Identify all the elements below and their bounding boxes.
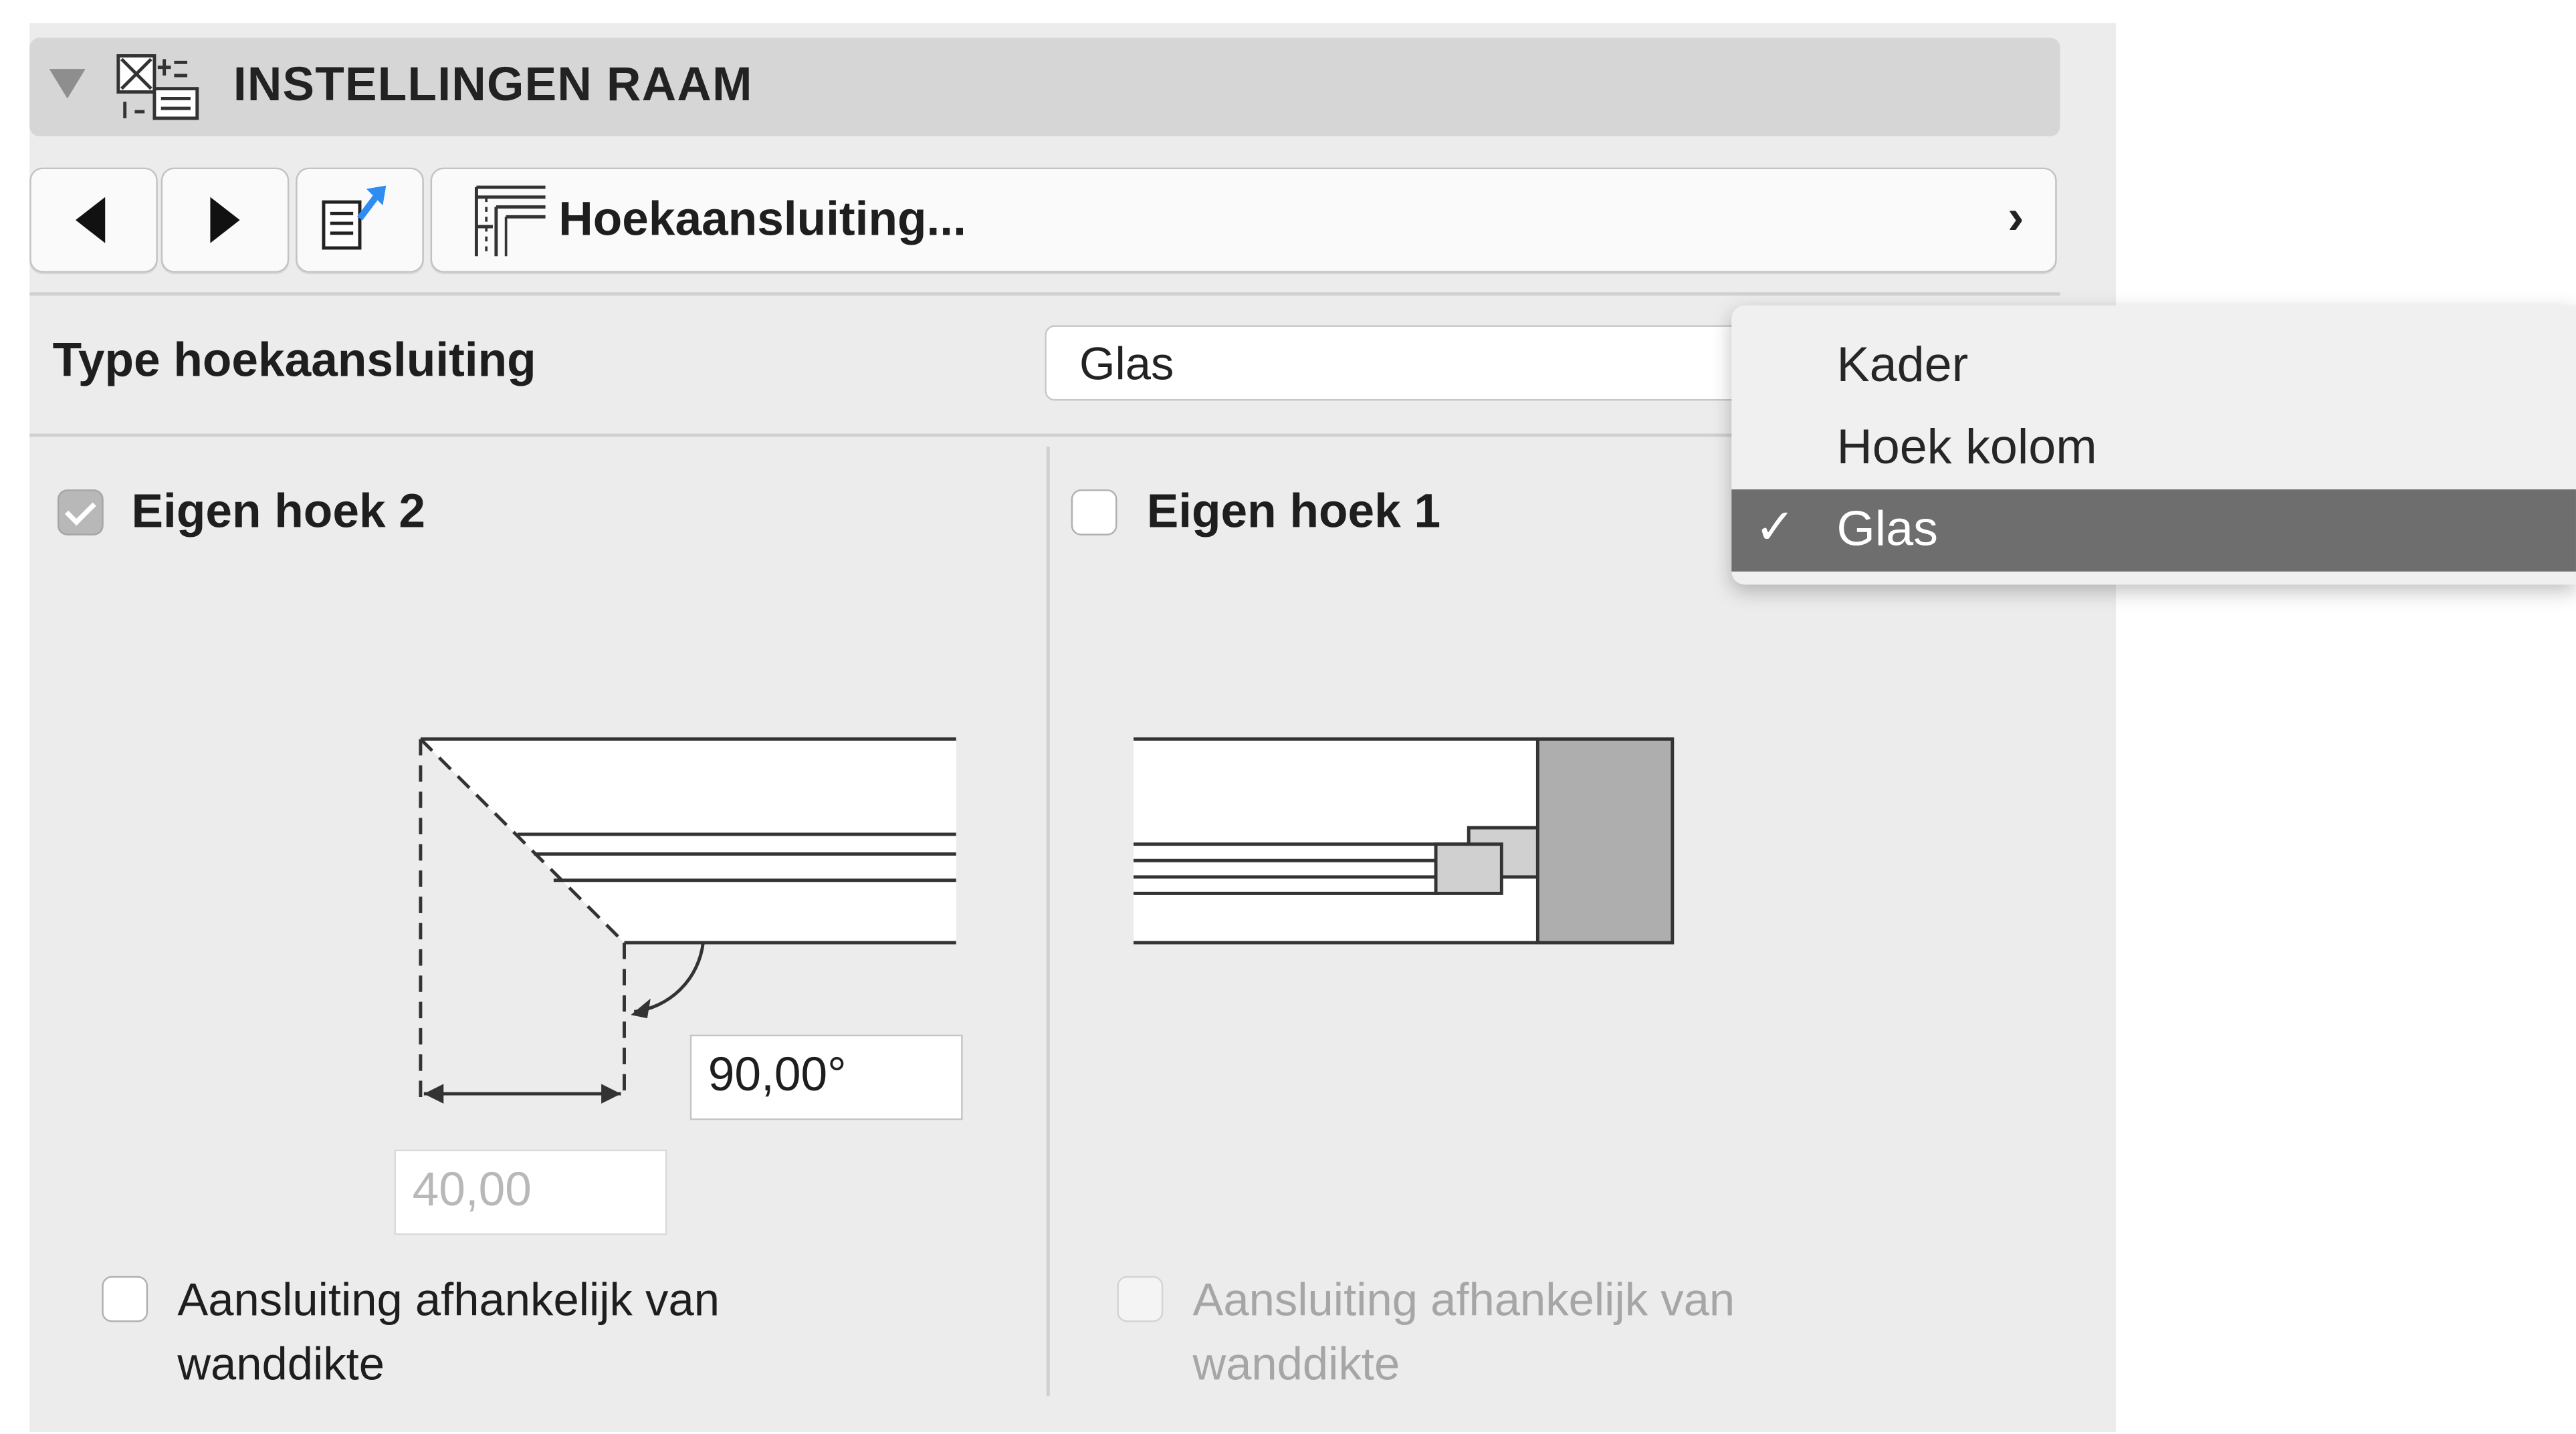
section-title: INSTELLINGEN RAAM [233,59,753,112]
window-settings-icon [116,54,199,120]
dropdown-option-label: Glas [1836,502,1939,557]
checkmark-icon: ✓ [1754,501,1796,556]
divider [29,292,2060,296]
wall-thickness-label-line1: Aansluiting afhankelijk van [177,1274,720,1326]
eigen-hoek-2-label: Eigen hoek 2 [131,486,425,539]
wall-thickness-checkbox-left[interactable] [102,1276,148,1322]
glass-corner-diagram [1134,737,1675,945]
column-divider [1046,447,1050,1397]
app-window: INSTELLINGEN RAAM Hoekaansluiting... › T… [0,0,2576,1433]
dropdown-option-label: Kader [1836,338,1969,393]
wall-thickness-label-line1: Aansluiting afhankelijk van [1192,1274,1735,1326]
collapse-triangle-icon[interactable] [49,69,86,99]
prev-button[interactable] [29,167,158,273]
type-dropdown-menu: Kader Hoek kolom ✓ Glas [1731,305,2576,585]
wall-thickness-label-left: Aansluiting afhankelijk van wanddikte [177,1268,720,1396]
next-button[interactable] [160,167,290,273]
prev-arrow-icon [76,197,106,243]
type-label: Type hoekaansluiting [52,335,536,388]
chevron-right-icon: › [2007,190,2024,245]
width-input[interactable]: 40,00 [394,1149,667,1235]
angle-input[interactable]: 90,00° [689,1034,963,1120]
dropdown-option-hoek-kolom[interactable]: Hoek kolom [1731,407,2576,489]
favorites-button[interactable] [296,167,424,273]
dropdown-option-kader[interactable]: Kader [1731,325,2576,407]
eigen-hoek-1-label: Eigen hoek 1 [1146,486,1441,539]
type-select-value: Glas [1079,338,1174,390]
eigen-hoek-1-checkbox[interactable] [1071,489,1117,535]
page-label: Hoekaansluiting... [558,193,966,247]
wall-thickness-checkbox-right[interactable] [1117,1276,1164,1322]
dropdown-option-glas[interactable]: ✓ Glas [1731,489,2576,572]
eigen-hoek-2-checkbox[interactable] [57,489,104,535]
type-select[interactable]: Glas [1045,325,1804,401]
next-arrow-icon [210,197,240,243]
favorites-icon [322,185,387,250]
corner-join-icon [474,185,546,257]
wall-thickness-label-right: Aansluiting afhankelijk van wanddikte [1192,1268,1735,1396]
dropdown-option-label: Hoek kolom [1836,420,2097,475]
wall-thickness-label-line2: wanddikte [1192,1338,1400,1390]
wall-thickness-label-line2: wanddikte [177,1338,385,1390]
